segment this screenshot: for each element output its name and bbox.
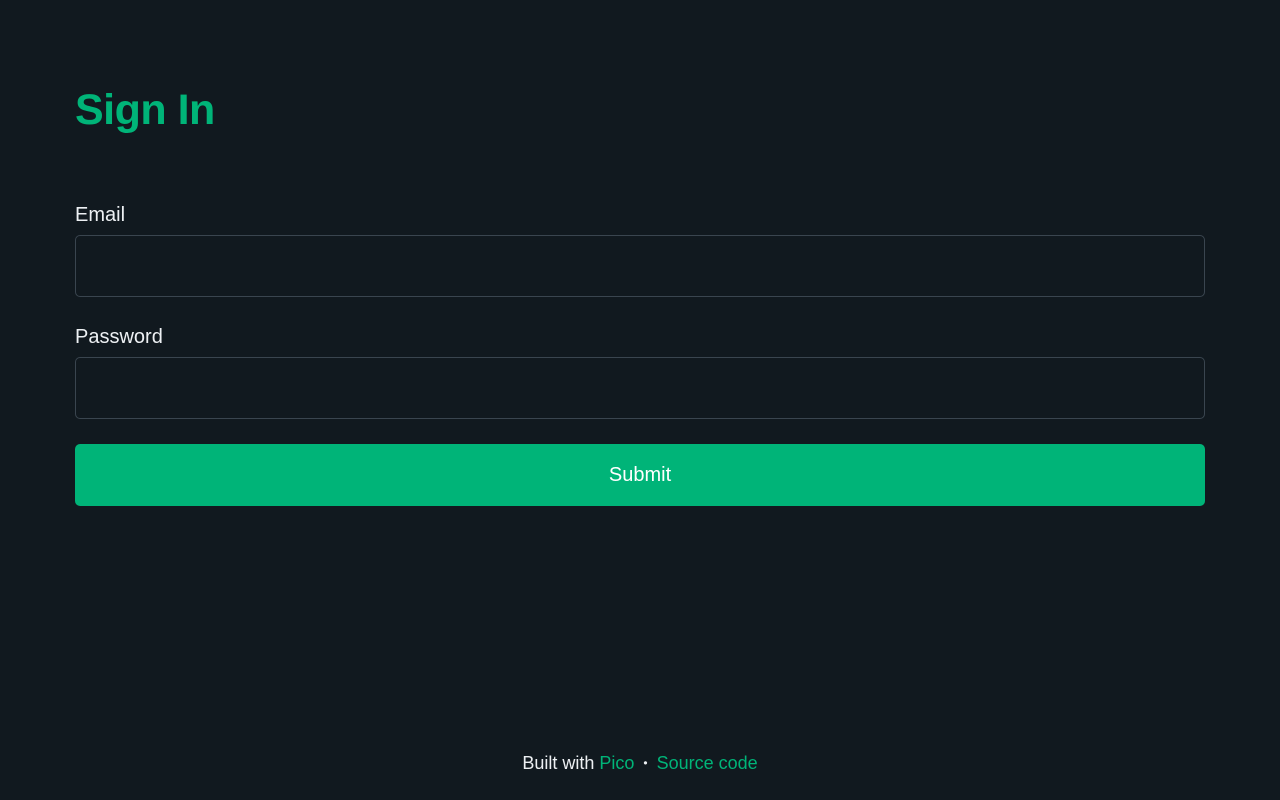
pico-link[interactable]: Pico xyxy=(599,753,634,773)
password-field[interactable] xyxy=(75,357,1205,419)
email-label: Email xyxy=(75,204,126,226)
sign-in-page: Sign In Email Password Submit Built with… xyxy=(0,0,1280,800)
source-code-link[interactable]: Source code xyxy=(657,753,758,773)
email-field[interactable] xyxy=(75,235,1205,297)
page-title: Sign In xyxy=(75,86,215,134)
footer-prefix: Built with xyxy=(522,753,595,773)
password-label: Password xyxy=(75,326,163,348)
footer-separator: • xyxy=(643,756,648,770)
footer: Built with Pico • Source code xyxy=(0,751,1280,775)
submit-button[interactable]: Submit xyxy=(75,444,1205,506)
